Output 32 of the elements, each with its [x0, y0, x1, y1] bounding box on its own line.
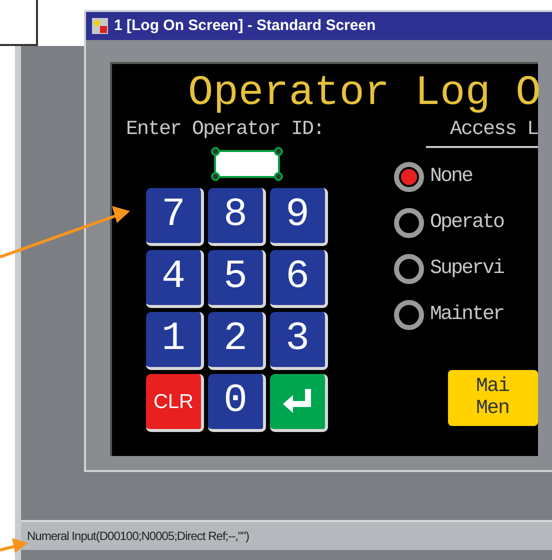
access-level-label: Access L: [450, 120, 538, 140]
radio-label: Operato: [430, 210, 504, 236]
keypad-key[interactable]: 7: [146, 188, 204, 246]
keypad-key[interactable]: 6: [270, 250, 328, 308]
radio-button[interactable]: [394, 162, 424, 192]
keypad-key[interactable]: 2: [208, 312, 266, 370]
keypad-key[interactable]: 0: [208, 374, 266, 432]
status-text: Numeral Input(D00100;N0005;Direct Ref;--,""): [27, 528, 249, 545]
radio-button[interactable]: [394, 300, 424, 330]
selection-handle-icon[interactable]: [274, 147, 283, 156]
selection-handle-icon[interactable]: [211, 147, 220, 156]
keypad-key[interactable]: 5: [208, 250, 266, 308]
keypad-key[interactable]: 1: [146, 312, 204, 370]
window-icon: [92, 18, 108, 34]
operator-id-field[interactable]: [216, 152, 278, 176]
radio-label: Supervi: [430, 256, 504, 282]
keypad-key[interactable]: 3: [270, 312, 328, 370]
radio-label: None: [430, 164, 472, 190]
main-menu-button[interactable]: Mai Men: [448, 370, 538, 426]
enter-key[interactable]: [270, 374, 328, 432]
id-label: Enter Operator ID:: [126, 120, 326, 140]
radio-button[interactable]: [394, 254, 424, 284]
radio-button[interactable]: [394, 208, 424, 238]
selection-handle-icon[interactable]: [274, 172, 283, 182]
selection-handle-icon[interactable]: [211, 172, 220, 182]
annotation-arrow: [0, 538, 28, 553]
keypad-key[interactable]: 9: [270, 188, 328, 246]
window-title: 1 [Log On Screen] - Standard Screen: [114, 16, 376, 36]
radio-label: Mainter: [430, 302, 504, 328]
keypad-key[interactable]: 4: [146, 250, 204, 308]
keypad-key[interactable]: 8: [208, 188, 266, 246]
clear-key[interactable]: CLR: [146, 374, 204, 432]
